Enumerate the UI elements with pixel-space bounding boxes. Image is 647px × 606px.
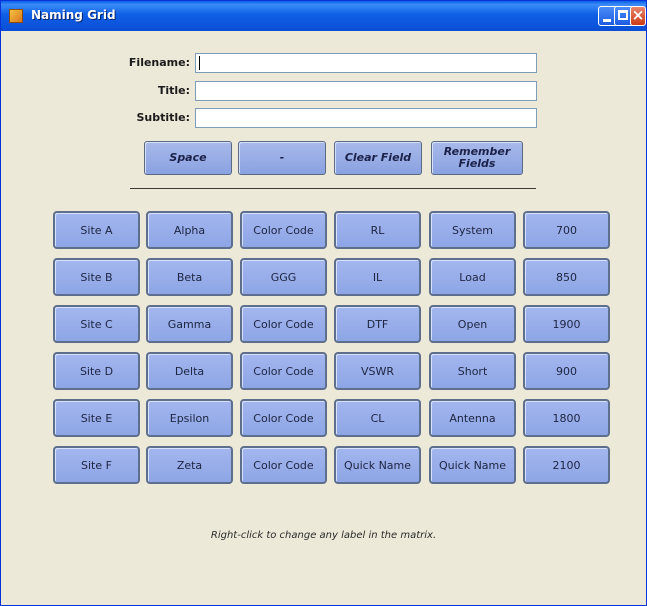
text-caret <box>199 56 200 70</box>
close-button[interactable]: × <box>630 6 646 26</box>
remember-fields-button[interactable]: Remember Fields <box>431 141 523 175</box>
title-label: Title: <box>157 84 190 97</box>
grid-button-r1-c2[interactable]: Alpha <box>146 211 233 249</box>
grid-button-r3-c1[interactable]: Site C <box>53 305 140 343</box>
grid-button-r6-c5[interactable]: Quick Name <box>429 446 516 484</box>
grid-button-r5-c4[interactable]: CL <box>334 399 421 437</box>
grid-button-r1-c1[interactable]: Site A <box>53 211 140 249</box>
grid-button-r1-c6[interactable]: 700 <box>523 211 610 249</box>
grid-button-r2-c6[interactable]: 850 <box>523 258 610 296</box>
title-input[interactable] <box>195 81 537 101</box>
dash-button[interactable]: - <box>238 141 326 175</box>
window-title: Naming Grid <box>31 8 116 22</box>
grid-button-r4-c1[interactable]: Site D <box>53 352 140 390</box>
grid-button-r6-c3[interactable]: Color Code <box>240 446 327 484</box>
filename-label: Filename: <box>128 56 190 69</box>
clear-field-button[interactable]: Clear Field <box>334 141 422 175</box>
app-icon <box>9 9 23 23</box>
grid-button-r2-c3[interactable]: GGG <box>240 258 327 296</box>
grid-button-r5-c6[interactable]: 1800 <box>523 399 610 437</box>
title-bar[interactable]: Naming Grid × <box>1 1 646 31</box>
subtitle-input[interactable] <box>195 108 537 128</box>
grid-button-r4-c6[interactable]: 900 <box>523 352 610 390</box>
grid-button-r1-c3[interactable]: Color Code <box>240 211 327 249</box>
grid-button-r5-c3[interactable]: Color Code <box>240 399 327 437</box>
grid-button-r4-c2[interactable]: Delta <box>146 352 233 390</box>
maximize-icon <box>618 10 628 20</box>
grid-button-r3-c6[interactable]: 1900 <box>523 305 610 343</box>
grid-button-r5-c5[interactable]: Antenna <box>429 399 516 437</box>
hint-text: Right-click to change any label in the m… <box>210 530 437 541</box>
grid-button-r6-c2[interactable]: Zeta <box>146 446 233 484</box>
grid-button-r5-c2[interactable]: Epsilon <box>146 399 233 437</box>
grid-button-r2-c4[interactable]: IL <box>334 258 421 296</box>
grid-button-r1-c5[interactable]: System <box>429 211 516 249</box>
grid-button-r4-c4[interactable]: VSWR <box>334 352 421 390</box>
filename-input[interactable] <box>195 53 537 73</box>
grid-button-r2-c1[interactable]: Site B <box>53 258 140 296</box>
space-button[interactable]: Space <box>144 141 232 175</box>
grid-button-r6-c6[interactable]: 2100 <box>523 446 610 484</box>
naming-grid-window: Naming Grid × Filename: Title: Subtitle:… <box>0 0 647 606</box>
grid-button-r1-c4[interactable]: RL <box>334 211 421 249</box>
minimize-icon <box>603 19 611 22</box>
grid-button-r6-c1[interactable]: Site F <box>53 446 140 484</box>
subtitle-label: Subtitle: <box>136 111 190 124</box>
close-icon: × <box>631 6 645 24</box>
grid-button-r3-c3[interactable]: Color Code <box>240 305 327 343</box>
grid-button-r3-c4[interactable]: DTF <box>334 305 421 343</box>
grid-button-r2-c2[interactable]: Beta <box>146 258 233 296</box>
divider <box>130 188 536 189</box>
grid-button-r3-c2[interactable]: Gamma <box>146 305 233 343</box>
grid-button-r5-c1[interactable]: Site E <box>53 399 140 437</box>
grid-button-r4-c3[interactable]: Color Code <box>240 352 327 390</box>
grid-button-r6-c4[interactable]: Quick Name <box>334 446 421 484</box>
grid-button-r3-c5[interactable]: Open <box>429 305 516 343</box>
grid-button-r4-c5[interactable]: Short <box>429 352 516 390</box>
grid-button-r2-c5[interactable]: Load <box>429 258 516 296</box>
